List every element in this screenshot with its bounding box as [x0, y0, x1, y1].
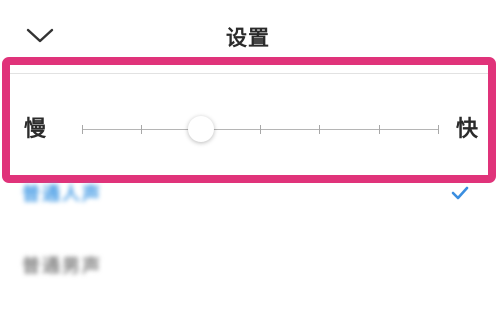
slider-tick [141, 125, 143, 134]
slow-label: 慢 [24, 117, 47, 142]
speed-slider[interactable] [82, 116, 439, 142]
slider-thumb[interactable] [187, 116, 214, 142]
slider-tick [319, 125, 321, 134]
slider-tick [260, 125, 261, 134]
slider-tick [378, 125, 380, 134]
divider [10, 73, 488, 74]
list-item-label: 普通男声 [22, 256, 102, 277]
slider-tick [438, 125, 439, 134]
fast-label: 快 [455, 117, 478, 142]
list-item-label: 普通人声 [22, 184, 102, 205]
list-item[interactable]: 普通男声 [0, 238, 496, 298]
slider-tick [82, 125, 83, 134]
check-icon [451, 186, 469, 200]
page-title: 设置 [226, 26, 270, 50]
list-item[interactable]: 普通人声 [0, 166, 496, 226]
speed-panel: 慢 快 [2, 57, 496, 183]
